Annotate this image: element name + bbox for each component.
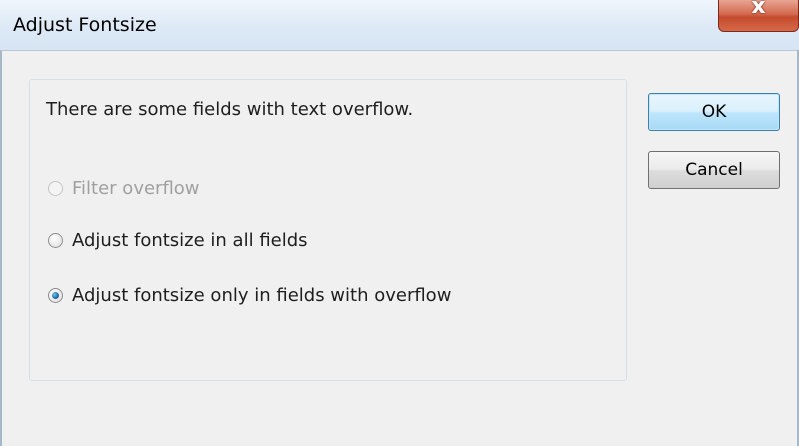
radio-filter-overflow: Filter overflow — [48, 178, 200, 199]
overflow-message: There are some fields with text overflow… — [46, 99, 414, 120]
radio-adjust-all-fields[interactable]: Adjust fontsize in all fields — [48, 230, 308, 251]
radio-button-adjust-overflow-fields[interactable] — [48, 288, 63, 303]
radio-selected-dot — [52, 292, 59, 299]
radio-label-adjust-overflow-fields[interactable]: Adjust fontsize only in fields with over… — [72, 285, 451, 306]
radio-label-adjust-all-fields[interactable]: Adjust fontsize in all fields — [72, 230, 308, 251]
close-icon: x — [751, 0, 766, 19]
window-title: Adjust Fontsize — [13, 14, 157, 36]
close-button[interactable]: x — [718, 0, 799, 32]
cancel-button[interactable]: Cancel — [648, 151, 780, 189]
radio-label-filter-overflow: Filter overflow — [72, 178, 200, 199]
radio-button-filter-overflow — [48, 181, 63, 196]
radio-adjust-overflow-fields[interactable]: Adjust fontsize only in fields with over… — [48, 285, 451, 306]
title-bar: Adjust Fontsize x — [0, 0, 799, 50]
radio-button-adjust-all-fields[interactable] — [48, 233, 63, 248]
ok-button[interactable]: OK — [648, 93, 780, 131]
